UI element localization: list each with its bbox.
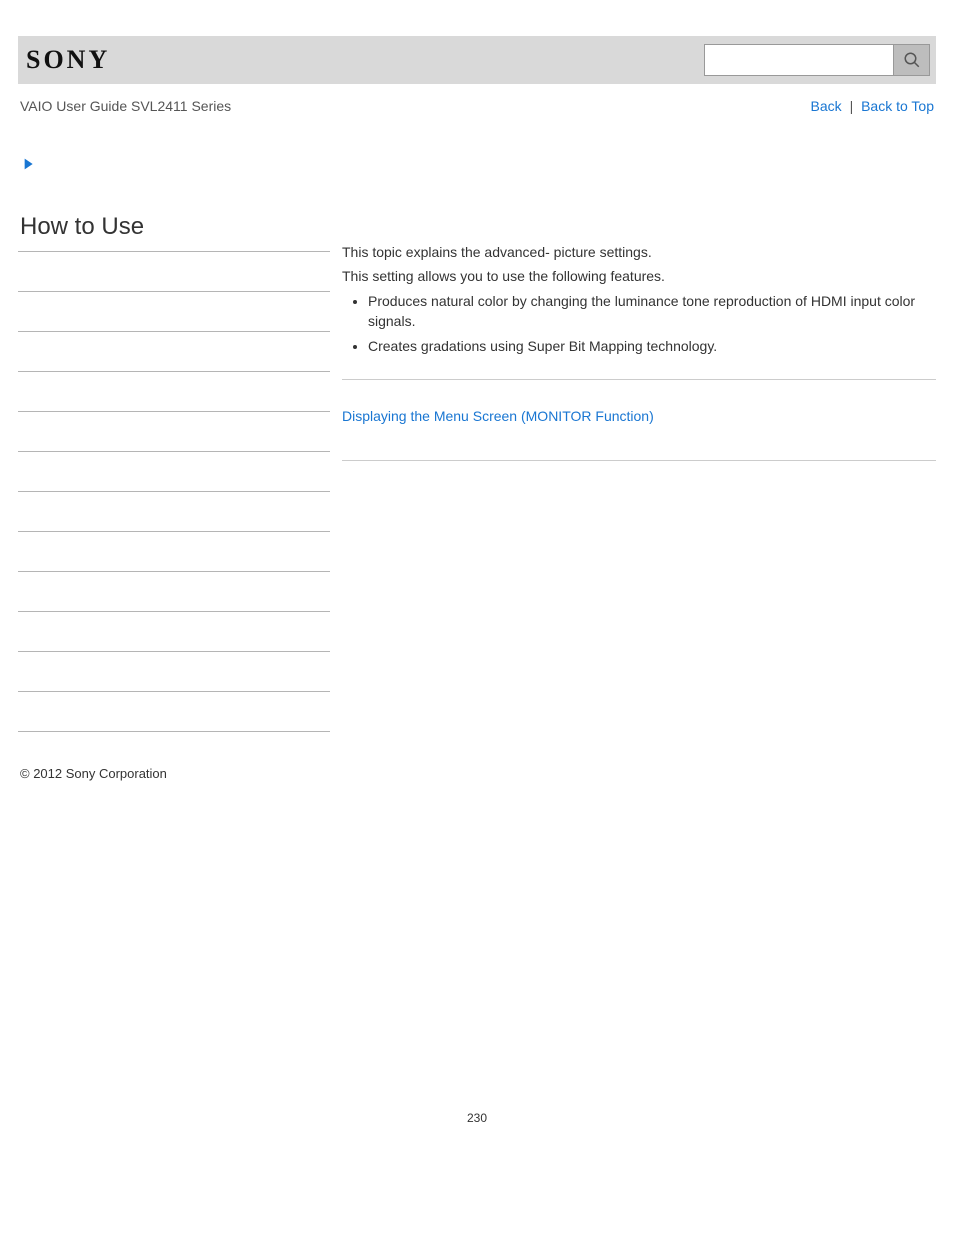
sub-header: VAIO User Guide SVL2411 Series Back | Ba… bbox=[18, 84, 936, 114]
feature-list: Produces natural color by changing the l… bbox=[342, 292, 936, 357]
search-box bbox=[704, 44, 930, 76]
guide-title: VAIO User Guide SVL2411 Series bbox=[20, 98, 231, 114]
list-item: Produces natural color by changing the l… bbox=[368, 292, 936, 331]
link-separator: | bbox=[846, 98, 858, 114]
sidebar-item[interactable] bbox=[18, 412, 330, 452]
intro-text-2: This setting allows you to use the follo… bbox=[342, 267, 936, 287]
sidebar-item[interactable] bbox=[18, 652, 330, 692]
copyright-text: © 2012 Sony Corporation bbox=[18, 766, 936, 781]
search-input[interactable] bbox=[705, 45, 893, 75]
list-item: Creates gradations using Super Bit Mappi… bbox=[368, 337, 936, 357]
divider bbox=[342, 460, 936, 461]
sidebar-item[interactable] bbox=[18, 612, 330, 652]
sidebar-item[interactable] bbox=[18, 292, 330, 332]
page-number: 230 bbox=[18, 1111, 936, 1125]
sidebar-item[interactable] bbox=[18, 252, 330, 292]
divider bbox=[342, 379, 936, 380]
sidebar-item[interactable] bbox=[18, 332, 330, 372]
sidebar-heading: How to Use bbox=[18, 213, 330, 247]
sidebar-item[interactable] bbox=[18, 572, 330, 612]
intro-text-1: This topic explains the advanced- pictur… bbox=[342, 243, 936, 263]
sidebar-item[interactable] bbox=[18, 692, 330, 732]
back-link[interactable]: Back bbox=[811, 98, 842, 114]
sidebar: How to Use bbox=[18, 213, 330, 732]
main-content: This topic explains the advanced- pictur… bbox=[330, 213, 936, 483]
back-to-top-link[interactable]: Back to Top bbox=[861, 98, 934, 114]
sidebar-item[interactable] bbox=[18, 372, 330, 412]
sidebar-item[interactable] bbox=[18, 492, 330, 532]
sony-logo: SONY bbox=[26, 45, 110, 75]
header-bar: SONY bbox=[18, 36, 936, 84]
related-topic-link[interactable]: Displaying the Menu Screen (MONITOR Func… bbox=[342, 408, 654, 424]
search-icon bbox=[903, 51, 921, 69]
search-button[interactable] bbox=[893, 45, 929, 75]
nav-links: Back | Back to Top bbox=[811, 98, 934, 114]
sidebar-item[interactable] bbox=[18, 532, 330, 572]
sidebar-item[interactable] bbox=[18, 452, 330, 492]
breadcrumb-arrow-icon[interactable] bbox=[22, 156, 936, 177]
